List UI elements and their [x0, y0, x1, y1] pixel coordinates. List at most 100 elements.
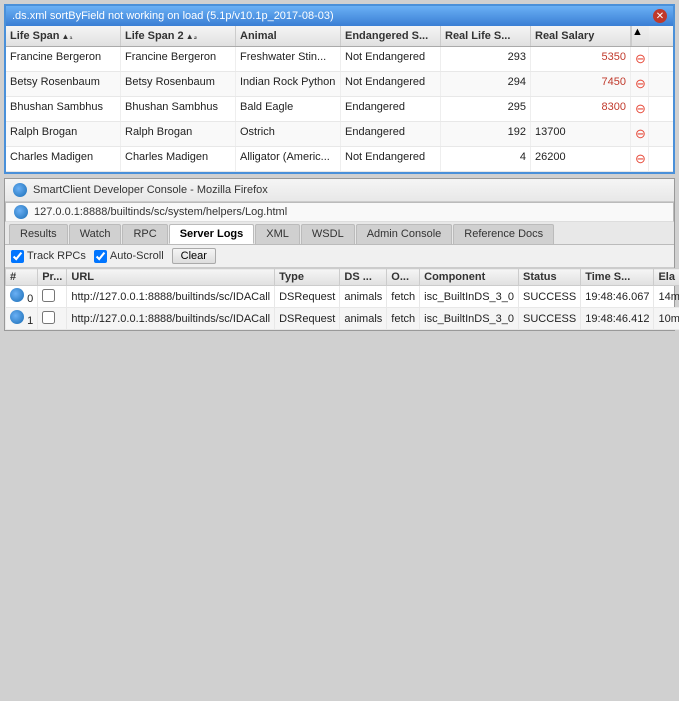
clear-button[interactable]: Clear: [172, 248, 216, 264]
log-url-0: http://127.0.0.1:8888/builtinds/sc/IDACa…: [67, 286, 275, 308]
cell-ls2-2: Bhushan Sambhus: [121, 97, 236, 121]
col-url: URL: [67, 269, 275, 286]
cell-rls-3: 192: [441, 122, 531, 146]
console-tab-bar: Results Watch RPC Server Logs XML WSDL A…: [5, 222, 674, 245]
log-row-0: 0 http://127.0.0.1:8888/builtinds/sc/IDA…: [6, 286, 679, 308]
tab-admin-console[interactable]: Admin Console: [356, 224, 453, 244]
log-time-0: 19:48:46.067: [581, 286, 654, 308]
sort-icon-1: ▲₁: [62, 32, 73, 41]
cell-remove-2[interactable]: ⊖: [631, 97, 649, 121]
remove-button-1[interactable]: ⊖: [635, 76, 646, 92]
log-status-0: SUCCESS: [519, 286, 581, 308]
grid-body: Francine Bergeron Francine Bergeron Fres…: [6, 47, 673, 172]
col-type: Type: [275, 269, 340, 286]
col-lifespan1[interactable]: Life Span ▲₁: [6, 26, 121, 46]
cell-animal-3: Ostrich: [236, 122, 341, 146]
col-lifespan2[interactable]: Life Span 2 ▲₂: [121, 26, 236, 46]
remove-button-2[interactable]: ⊖: [635, 101, 646, 117]
url-bar[interactable]: 127.0.0.1:8888/builtinds/sc/system/helpe…: [5, 202, 674, 222]
col-status: Status: [519, 269, 581, 286]
data-grid: Life Span ▲₁ Life Span 2 ▲₂ Animal Endan…: [6, 26, 673, 172]
log-op-0: fetch: [387, 286, 420, 308]
pr-checkbox-0[interactable]: [42, 289, 55, 302]
title-bar: .ds.xml sortByField not working on load …: [6, 6, 673, 26]
tab-wsdl[interactable]: WSDL: [301, 224, 355, 244]
cell-status-0: Not Endangered: [341, 47, 441, 71]
log-url-1: http://127.0.0.1:8888/builtinds/sc/IDACa…: [67, 308, 275, 330]
cell-remove-4[interactable]: ⊖: [631, 147, 649, 171]
grid-header: Life Span ▲₁ Life Span 2 ▲₂ Animal Endan…: [6, 26, 673, 47]
cell-ls1-4: Charles Madigen: [6, 147, 121, 171]
cell-rls-0: 293: [441, 47, 531, 71]
col-op: O...: [387, 269, 420, 286]
cell-rls-1: 294: [441, 72, 531, 96]
ds-icon-1: [10, 310, 24, 324]
cell-remove-3[interactable]: ⊖: [631, 122, 649, 146]
cell-animal-1: Indian Rock Python: [236, 72, 341, 96]
log-pr-1: [38, 308, 67, 330]
cell-salary-0: 5350: [531, 47, 631, 71]
cell-animal-0: Freshwater Stin...: [236, 47, 341, 71]
cell-status-1: Not Endangered: [341, 72, 441, 96]
track-rpcs-label[interactable]: Track RPCs: [11, 250, 86, 263]
tab-watch[interactable]: Watch: [69, 224, 122, 244]
top-window: .ds.xml sortByField not working on load …: [4, 4, 675, 174]
tab-rpc[interactable]: RPC: [122, 224, 167, 244]
track-rpcs-checkbox[interactable]: [11, 250, 24, 263]
log-component-1: isc_BuiltInDS_3_0: [420, 308, 519, 330]
cell-ls2-4: Charles Madigen: [121, 147, 236, 171]
cell-salary-4: 26200: [531, 147, 631, 171]
cell-remove-1[interactable]: ⊖: [631, 72, 649, 96]
tab-reference-docs[interactable]: Reference Docs: [453, 224, 554, 244]
log-component-0: isc_BuiltInDS_3_0: [420, 286, 519, 308]
pr-checkbox-1[interactable]: [42, 311, 55, 324]
cell-rls-2: 295: [441, 97, 531, 121]
cell-salary-3: 13700: [531, 122, 631, 146]
remove-button-3[interactable]: ⊖: [635, 126, 646, 142]
cell-salary-1: 7450: [531, 72, 631, 96]
auto-scroll-label[interactable]: Auto-Scroll: [94, 250, 164, 263]
auto-scroll-checkbox[interactable]: [94, 250, 107, 263]
close-button[interactable]: ✕: [653, 9, 667, 23]
tab-results[interactable]: Results: [9, 224, 68, 244]
log-ds-1: animals: [340, 308, 387, 330]
col-time: Time S...: [581, 269, 654, 286]
log-pr-0: [38, 286, 67, 308]
col-animal[interactable]: Animal: [236, 26, 341, 46]
remove-button-0[interactable]: ⊖: [635, 51, 646, 67]
col-salary[interactable]: Real Salary: [531, 26, 631, 46]
log-status-1: SUCCESS: [519, 308, 581, 330]
cell-status-3: Endangered: [341, 122, 441, 146]
col-ds: DS ...: [340, 269, 387, 286]
table-row: Francine Bergeron Francine Bergeron Fres…: [6, 47, 673, 72]
col-pr: Pr...: [38, 269, 67, 286]
tab-server-logs[interactable]: Server Logs: [169, 224, 255, 244]
cell-salary-2: 8300: [531, 97, 631, 121]
url-globe-icon: [14, 205, 28, 219]
cell-remove-0[interactable]: ⊖: [631, 47, 649, 71]
log-table-header-row: # Pr... URL Type DS ... O... Component S…: [6, 269, 679, 286]
cell-status-2: Endangered: [341, 97, 441, 121]
cell-ls2-3: Ralph Brogan: [121, 122, 236, 146]
console-toolbar: Track RPCs Auto-Scroll Clear: [5, 245, 674, 268]
log-op-1: fetch: [387, 308, 420, 330]
log-time-1: 19:48:46.412: [581, 308, 654, 330]
table-row: Charles Madigen Charles Madigen Alligato…: [6, 147, 673, 172]
firefox-title: SmartClient Developer Console - Mozilla …: [33, 184, 268, 196]
cell-ls1-2: Bhushan Sambhus: [6, 97, 121, 121]
cell-ls2-1: Betsy Rosenbaum: [121, 72, 236, 96]
col-endangered[interactable]: Endangered S...: [341, 26, 441, 46]
log-type-0: DSRequest: [275, 286, 340, 308]
scrollbar[interactable]: ▲: [631, 26, 649, 46]
log-ela-0: 14ms: [654, 286, 679, 308]
log-row-1: 1 http://127.0.0.1:8888/builtinds/sc/IDA…: [6, 308, 679, 330]
log-ds-0: animals: [340, 286, 387, 308]
tab-xml[interactable]: XML: [255, 224, 300, 244]
col-reallife[interactable]: Real Life S...: [441, 26, 531, 46]
cell-status-4: Not Endangered: [341, 147, 441, 171]
remove-button-4[interactable]: ⊖: [635, 151, 646, 167]
cell-rls-4: 4: [441, 147, 531, 171]
col-component: Component: [420, 269, 519, 286]
log-num-0: 0: [6, 286, 38, 308]
log-table: # Pr... URL Type DS ... O... Component S…: [5, 268, 679, 330]
